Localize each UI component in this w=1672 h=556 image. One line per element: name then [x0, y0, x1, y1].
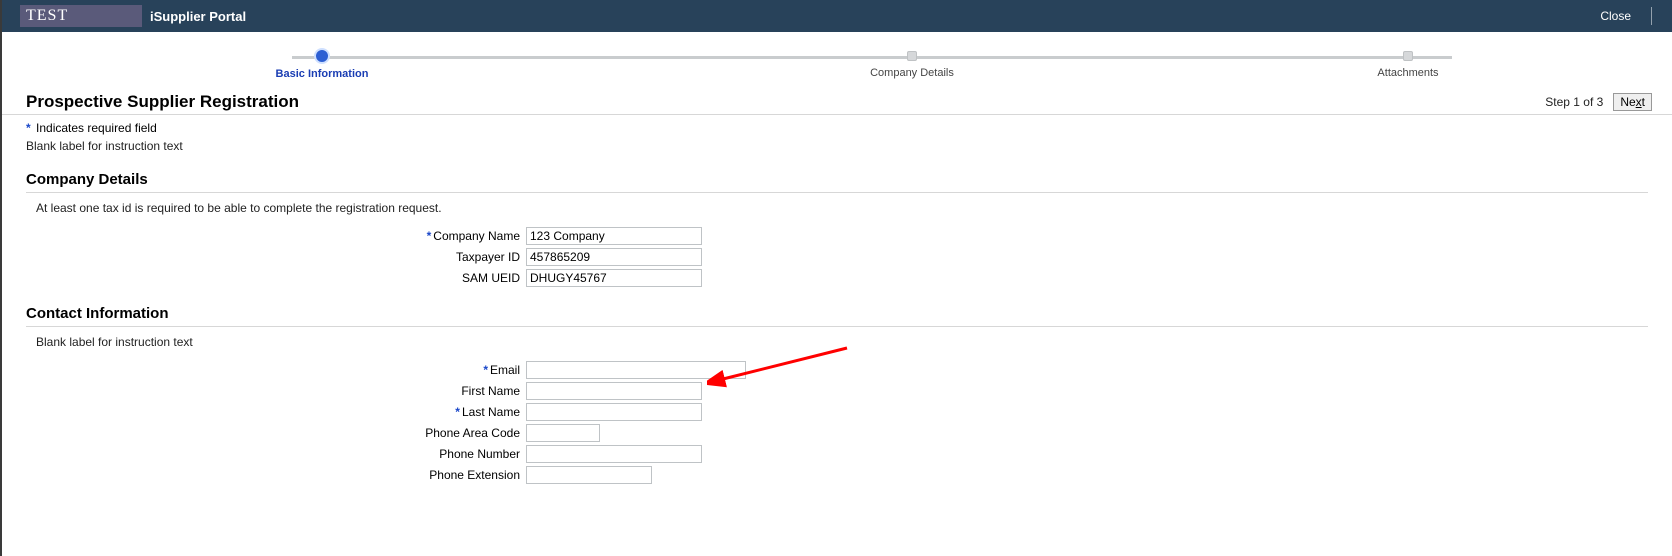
section-header-contact: Contact Information [26, 301, 1648, 327]
environment-badge: TEST [20, 5, 142, 27]
section-header-company: Company Details [26, 167, 1648, 193]
app-header: TEST iSupplier Portal Close [2, 0, 1672, 32]
label-email: *Email [26, 363, 526, 377]
progress-step-company-details[interactable]: Company Details [832, 50, 992, 79]
phone-extension-input[interactable] [526, 466, 652, 484]
field-row-taxpayer: Taxpayer ID [26, 248, 1648, 266]
label-first-name: First Name [26, 384, 526, 398]
label-text: Taxpayer ID [456, 250, 520, 264]
field-row-phone-ext: Phone Extension [26, 466, 1648, 484]
email-input[interactable] [526, 361, 746, 379]
step-indicator-active-icon [316, 50, 328, 62]
step-label: Basic Information [242, 68, 402, 80]
field-row-sam: SAM UEID [26, 269, 1648, 287]
label-text: Email [490, 363, 520, 377]
asterisk-icon: * [455, 405, 460, 419]
first-name-input[interactable] [526, 382, 702, 400]
field-row-phone-area: Phone Area Code [26, 424, 1648, 442]
next-button[interactable]: Next [1613, 93, 1652, 111]
progress-train: Basic Information Company Details Attach… [32, 50, 1642, 92]
asterisk-icon: * [26, 121, 31, 135]
phone-area-code-input[interactable] [526, 424, 600, 442]
page-title: Prospective Supplier Registration [26, 92, 299, 112]
label-text: Last Name [462, 405, 520, 419]
last-name-input[interactable] [526, 403, 702, 421]
portal-title: iSupplier Portal [150, 9, 246, 24]
label-sam: SAM UEID [26, 271, 526, 285]
asterisk-icon: * [427, 229, 432, 243]
field-row-first-name: First Name [26, 382, 1648, 400]
required-field-text: Indicates required field [36, 121, 157, 135]
label-text: First Name [461, 384, 520, 398]
label-phone-area: Phone Area Code [26, 426, 526, 440]
required-field-legend: * Indicates required field [26, 121, 1648, 135]
next-button-label: Next [1620, 95, 1645, 109]
label-text: Phone Number [439, 447, 520, 461]
title-actions: Step 1 of 3 Next [1545, 93, 1652, 111]
close-link[interactable]: Close [1600, 9, 1631, 23]
field-row-email: *Email [26, 361, 1648, 379]
step-label: Attachments [1328, 67, 1488, 79]
step-indicator-icon [1403, 51, 1413, 61]
label-taxpayer: Taxpayer ID [26, 250, 526, 264]
company-name-input[interactable] [526, 227, 702, 245]
field-row-last-name: *Last Name [26, 403, 1648, 421]
form-body: * Indicates required field Blank label f… [2, 115, 1672, 484]
field-row-company-name: *Company Name [26, 227, 1648, 245]
divider-icon [1651, 7, 1652, 25]
header-actions: Close [1600, 0, 1672, 32]
title-bar: Prospective Supplier Registration Step 1… [2, 92, 1672, 115]
step-indicator-icon [907, 51, 917, 61]
instruction-text: Blank label for instruction text [26, 139, 1648, 153]
label-text: Phone Extension [429, 468, 520, 482]
phone-number-input[interactable] [526, 445, 702, 463]
contact-instruction: Blank label for instruction text [36, 335, 1648, 349]
label-text: Phone Area Code [425, 426, 520, 440]
label-phone-number: Phone Number [26, 447, 526, 461]
label-text: Company Name [433, 229, 520, 243]
company-note: At least one tax id is required to be ab… [36, 201, 1648, 215]
label-phone-ext: Phone Extension [26, 468, 526, 482]
step-counter: Step 1 of 3 [1545, 95, 1603, 109]
taxpayer-id-input[interactable] [526, 248, 702, 266]
label-last-name: *Last Name [26, 405, 526, 419]
field-row-phone-number: Phone Number [26, 445, 1648, 463]
asterisk-icon: * [483, 363, 488, 377]
label-company-name: *Company Name [26, 229, 526, 243]
progress-step-attachments[interactable]: Attachments [1328, 50, 1488, 79]
progress-step-basic-information[interactable]: Basic Information [242, 50, 402, 80]
step-label: Company Details [832, 67, 992, 79]
label-text: SAM UEID [462, 271, 520, 285]
sam-ueid-input[interactable] [526, 269, 702, 287]
page-root: TEST iSupplier Portal Close Basic Inform… [0, 0, 1672, 556]
